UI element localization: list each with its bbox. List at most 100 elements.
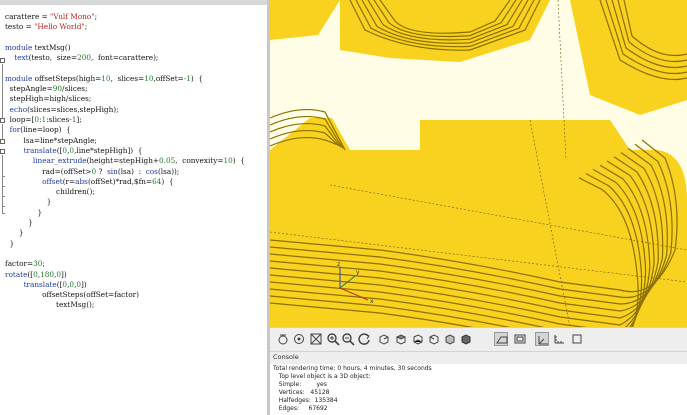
preview-button[interactable]	[276, 332, 290, 346]
code-line: translate([0,0,line*stepHigh]) {	[5, 145, 143, 156]
code-token: ])	[61, 269, 67, 279]
editor-tab-bar	[0, 0, 267, 5]
code-line: children();	[5, 187, 95, 197]
code-token: ?	[96, 166, 108, 176]
view-top-icon	[395, 334, 407, 345]
view-bottom-button[interactable]	[411, 332, 425, 346]
code-token: module	[5, 42, 35, 52]
code-token: factor=	[5, 259, 34, 269]
code-token: , slices=	[110, 73, 145, 83]
code-line: }	[5, 197, 52, 207]
code-line: lsa=line*stepAngle;	[5, 136, 97, 146]
code-line: textMsg();	[5, 300, 94, 310]
fold-marker[interactable]	[0, 58, 5, 63]
model-top-mid	[340, 0, 550, 62]
code-token: textMsg();	[5, 300, 95, 310]
fold-marker[interactable]	[0, 118, 5, 123]
view-bottom-icon	[413, 334, 423, 345]
3d-viewport[interactable]: x y z	[270, 0, 687, 327]
show-scale-markers-button[interactable]	[552, 332, 566, 346]
code-token: children();	[5, 187, 95, 197]
view-right-button[interactable]	[377, 332, 391, 346]
code-token: ])	[81, 279, 87, 289]
code-token: 200	[77, 53, 92, 63]
zoom-in-button[interactable]	[326, 332, 340, 346]
console-line: Halfedges: 135384	[273, 397, 338, 404]
zoom-out-button[interactable]	[341, 332, 355, 346]
view-left-button[interactable]	[427, 332, 441, 346]
code-editor[interactable]: carattere = "Vulf Mono"; testo = "Hello W…	[0, 0, 267, 415]
code-token: cos	[145, 166, 158, 176]
perspective-button[interactable]	[494, 332, 508, 346]
code-line: stepHigh=high/slices;	[5, 94, 92, 104]
code-token: stepHigh=high/slices;	[5, 94, 92, 104]
code-line: rotate([0,180,0])	[5, 270, 67, 280]
code-token: -1	[183, 73, 191, 83]
console-title: Console	[273, 353, 299, 361]
orthogonal-button[interactable]	[513, 332, 527, 346]
rendered-model: x y z	[270, 0, 687, 327]
code-line: module offsetSteps(high=10, slices=10,of…	[5, 74, 203, 84]
console-line: Vertices: 45128	[273, 389, 330, 396]
code-token: 0.05	[159, 156, 176, 166]
code-token: offsetSteps(high=	[34, 73, 102, 83]
console-line: Edges: 67692	[273, 405, 328, 412]
code-token: "Vulf Mono"	[50, 12, 95, 21]
fold-marker[interactable]	[0, 139, 5, 144]
code-token: (testo, size=	[28, 53, 78, 63]
model-body	[270, 118, 687, 327]
code-token: }	[5, 218, 33, 227]
code-token: 10	[101, 73, 111, 83]
view-top-button[interactable]	[394, 332, 408, 346]
code-line: }	[5, 208, 42, 218]
show-scale-markers-icon	[554, 335, 564, 344]
code-token: /slices;	[62, 84, 88, 94]
code-token: , convexity=	[175, 156, 224, 166]
code-token: }	[5, 197, 52, 207]
code-token: (r=	[62, 176, 76, 186]
code-token: :slices-	[46, 115, 72, 124]
fold-marker[interactable]	[0, 149, 5, 154]
show-axes-button[interactable]	[535, 332, 549, 346]
view-left-icon	[429, 334, 439, 345]
console-line: Simple: yes	[273, 381, 327, 388]
view-front-button[interactable]	[443, 332, 457, 346]
code-token: text	[14, 53, 29, 63]
render-button[interactable]	[292, 332, 306, 346]
console-header: Console	[270, 351, 687, 364]
code-line: translate([0,0,0])	[5, 280, 87, 290]
code-token: sin	[107, 166, 118, 176]
view-back-button[interactable]	[459, 332, 473, 346]
show-edges-button[interactable]	[570, 332, 584, 346]
code-line: }	[5, 238, 15, 249]
code-line: stepAngle=90/slices;	[5, 84, 88, 94]
code-token: (lsa) :	[117, 166, 146, 176]
code-token: translate	[23, 145, 57, 155]
code-token: 180	[40, 269, 55, 279]
code-line: testo = "Hello World";	[5, 22, 87, 32]
view-all-icon	[310, 333, 322, 345]
code-line: linear_extrude(height=stepHigh+0.05, con…	[5, 156, 245, 166]
view-all-button[interactable]	[309, 332, 323, 346]
reset-view-button[interactable]	[357, 332, 371, 346]
orthogonal-icon	[514, 334, 526, 344]
preview-icon	[278, 334, 288, 345]
code-token: }	[5, 238, 15, 248]
console-line: Top level object is a 3D object:	[273, 373, 371, 380]
code-token: 30	[33, 259, 43, 269]
console-output[interactable]: Total rendering time: 0 hours, 4 minutes…	[270, 364, 687, 415]
code-line: for(line=loop) {	[5, 125, 71, 135]
code-token: ) {	[161, 176, 174, 186]
code-token: translate	[23, 279, 57, 289]
view-front-icon	[445, 334, 455, 345]
reset-view-icon	[358, 333, 370, 345]
viewport-toolbar	[270, 327, 687, 351]
code-token: (line=loop) {	[20, 125, 71, 135]
code-line: carattere = "Vulf Mono";	[5, 12, 97, 22]
model-top-left	[270, 0, 340, 40]
zoom-in-icon	[327, 333, 340, 346]
